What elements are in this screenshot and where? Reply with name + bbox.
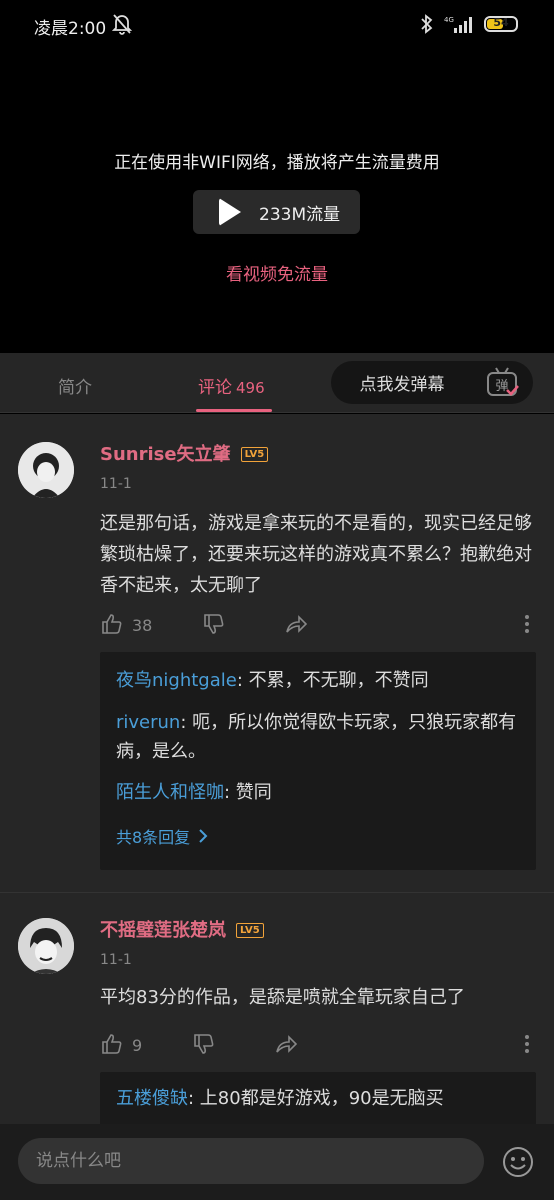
active-tab-indicator [196,409,272,412]
reply-item[interactable]: riverun: 呃，所以你觉得欧卡玩家，只狼玩家都有病，是么。 [116,708,520,766]
username-text: Sunrise矢立肇 [100,444,231,465]
reply-preview-box[interactable]: 夜鸟nightgale: 不累，不无聊，不赞同 riverun: 呃，所以你觉得… [100,652,536,870]
tab-intro[interactable]: 简介 [58,373,92,398]
status-bar: 凌晨2:00 4G 54 [0,0,554,50]
send-danmaku-button[interactable]: 点我发弹幕 [331,361,473,404]
comment-list[interactable]: Sunrise矢立肇 LV5 11-1 还是那句话，游戏是拿来玩的不是看的，现实已… [0,414,554,1124]
thumbs-up-icon[interactable] [100,1032,124,1056]
comment-username[interactable]: Sunrise矢立肇 LV5 [100,440,269,466]
reply-text: : 不累，不无聊，不赞同 [236,670,429,691]
avatar-image [18,918,74,974]
level-badge: LV5 [240,447,269,462]
danmaku-icon: 弹 [487,366,519,396]
reply-username[interactable]: 陌生人和怪咖 [116,782,224,803]
comment-date: 11-1 [100,952,132,968]
view-all-replies-link[interactable]: 共8条回复 [116,824,208,848]
tab-comments[interactable]: 评论 496 [198,373,265,398]
level-badge: LV5 [236,923,264,938]
thumbs-down-icon[interactable] [202,612,226,636]
avatar-image [18,442,74,498]
bluetooth-icon [421,14,433,34]
tab-bar: 简介 评论 496 点我发弹幕 弹 [0,353,554,413]
reply-text: : 赞同 [224,782,272,803]
video-player[interactable]: 正在使用非WIFI网络，播放将产生流量费用 233M流量 看视频免流量 [0,50,554,353]
play-with-data-button[interactable]: 233M流量 [193,190,360,234]
reply-item[interactable]: 五楼傻缺: 上80都是好游戏，90是无脑买 [116,1084,520,1113]
comment-actions: 9 [100,1032,532,1062]
reply-username[interactable]: riverun [116,712,180,733]
avatar[interactable] [18,442,74,498]
svg-text:4G: 4G [444,16,454,24]
reply-username[interactable]: 夜鸟nightgale [116,670,237,691]
play-button-label: 233M流量 [259,204,341,225]
svg-text:弹: 弹 [495,379,508,394]
reply-item[interactable]: 陌生人和怪咖: 赞同 [116,778,520,807]
more-options-icon[interactable] [522,1032,532,1056]
reply-item[interactable]: 夜鸟nightgale: 不累，不无聊，不赞同 [116,666,520,695]
share-icon[interactable] [274,1032,298,1056]
more-options-icon[interactable] [522,612,532,636]
free-data-link[interactable]: 看视频免流量 [0,260,554,285]
comment-date: 11-1 [100,476,132,492]
mute-bell-icon [112,14,132,35]
like-count: 9 [132,1036,143,1055]
comment-username[interactable]: 不摇璧莲张楚岚 LV5 [100,916,264,942]
status-time: 凌晨2:00 [34,19,107,39]
comment-text: 还是那句话，游戏是拿来玩的不是看的，现实已经足够繁琐枯燥了，还要来玩这样的游戏真… [100,513,532,596]
tab-comments-label: 评论 [198,378,232,398]
comments-count: 496 [236,379,265,397]
thumbs-up-icon[interactable] [100,612,124,636]
comment-actions: 38 [100,612,532,642]
play-icon [219,198,241,226]
comment-input-bar: 说点什么吧 [0,1124,554,1200]
avatar[interactable] [18,918,74,974]
reply-text: : 上80都是好游戏，90是无脑买 [188,1088,444,1109]
network-notice: 正在使用非WIFI网络，播放将产生流量费用 [114,153,440,173]
thumbs-down-icon[interactable] [192,1032,216,1056]
like-count: 38 [132,616,153,635]
username-text: 不摇璧莲张楚岚 [100,920,226,941]
signal-icon: 4G [444,16,472,33]
reply-username[interactable]: 五楼傻缺 [116,1088,188,1109]
chevron-right-icon [199,829,208,843]
share-icon[interactable] [284,612,308,636]
comment-text: 平均83分的作品，是舔是喷就全靠玩家自己了 [100,987,465,1008]
view-all-replies-label: 共8条回复 [116,828,191,847]
comment-divider [0,892,554,893]
battery-indicator: 54 [484,16,518,32]
danmaku-toggle[interactable]: 弹 [473,361,533,404]
reply-preview-box[interactable]: 五楼傻缺: 上80都是好游戏，90是无脑买 [100,1072,536,1124]
comment-input[interactable]: 说点什么吧 [18,1138,484,1184]
emoji-icon[interactable] [502,1146,534,1178]
